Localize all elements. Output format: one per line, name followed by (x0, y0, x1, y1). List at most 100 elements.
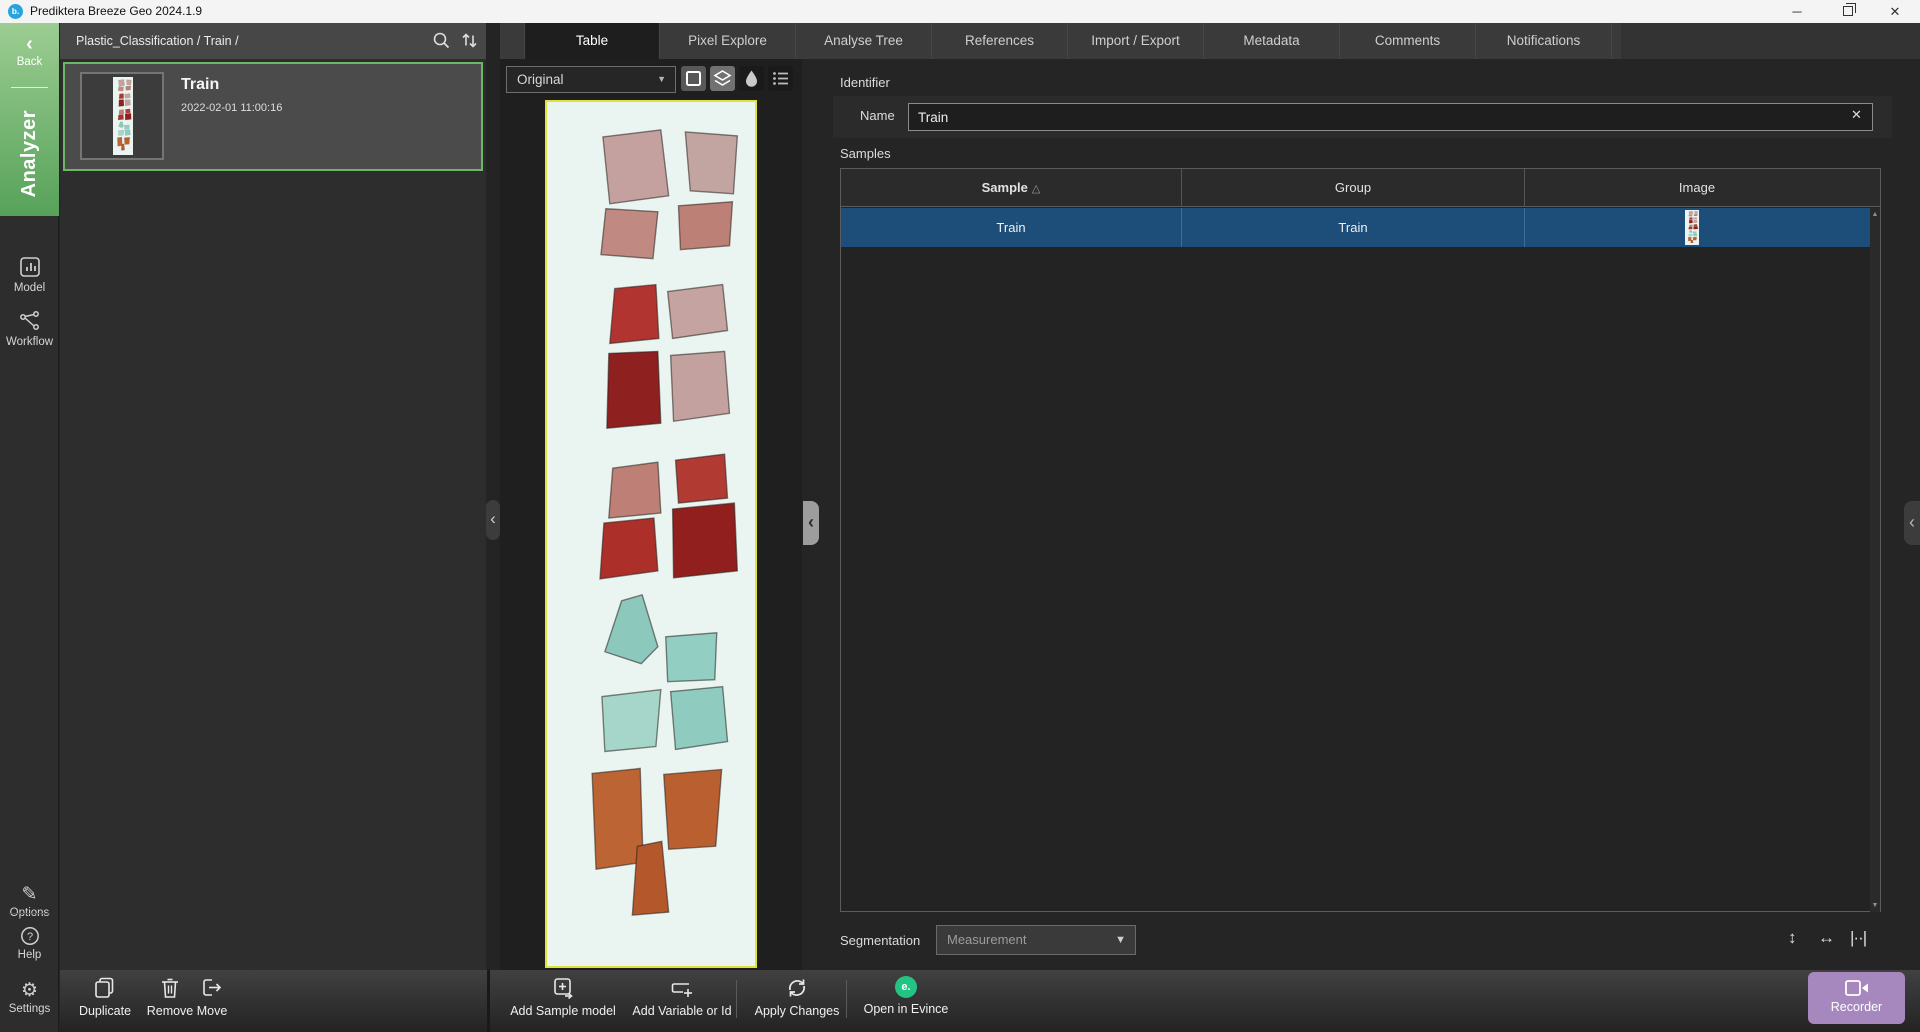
back-button[interactable]: Back (0, 56, 59, 68)
duplicate-button[interactable]: Duplicate (72, 976, 138, 1018)
breadcrumb[interactable]: Plastic_Classification / Train / (76, 23, 239, 59)
svg-text:?: ? (26, 931, 32, 943)
scroll-down-icon[interactable]: ▼ (1870, 902, 1880, 909)
sort-triangle-icon: △ (1032, 183, 1040, 195)
cell-sample: Train (841, 208, 1182, 247)
collapse-browser-handle[interactable]: ‹ (486, 500, 500, 540)
tab-analyse-tree[interactable]: Analyse Tree (796, 23, 932, 59)
sidebar-item-model[interactable]: Model (0, 255, 59, 294)
column-header-image[interactable]: Image (1525, 169, 1869, 207)
droplet-icon (741, 68, 762, 89)
bottom-toolbar: Duplicate Remove Move (60, 970, 1920, 1032)
frame-view-button[interactable] (681, 66, 706, 91)
samples-section-label: Samples (840, 146, 891, 161)
tabbar: Table Pixel Explore Analyse Tree Referen… (500, 23, 1920, 59)
back-chevron-icon[interactable]: ‹ (0, 33, 59, 56)
titlebar: b. Prediktera Breeze Geo 2024.1.9 ─ ✕ (0, 0, 1920, 23)
column-header-sample[interactable]: Sample△ (841, 169, 1182, 207)
app-window: b. Prediktera Breeze Geo 2024.1.9 ─ ✕ ‹ … (0, 0, 1920, 1032)
tab-comments[interactable]: Comments (1340, 23, 1476, 59)
sidebar-item-label: Model (14, 282, 45, 294)
button-label: Add Variable or Id (632, 1004, 731, 1018)
resize-vertical-icon[interactable]: ↕ (1788, 928, 1797, 948)
samples-table: Sample△ Group Image Train Train ▲ ▼ (840, 168, 1881, 912)
window-title: Prediktera Breeze Geo 2024.1.9 (30, 0, 202, 23)
add-sample-model-button[interactable]: Add Sample model (508, 976, 618, 1018)
add-variable-button[interactable]: Add Variable or Id (626, 976, 738, 1018)
toolbar-divider (487, 970, 490, 1032)
frame-icon (683, 68, 704, 89)
chevron-down-icon: ▼ (657, 67, 666, 92)
analyzer-section: ‹ Back Analyzer (0, 23, 59, 216)
tab-pixel-explore[interactable]: Pixel Explore (660, 23, 796, 59)
scroll-up-icon[interactable]: ▲ (1870, 211, 1880, 218)
refresh-icon (785, 976, 809, 1000)
sidebar-item-workflow[interactable]: Workflow (0, 309, 59, 348)
image-viewer-panel: Original ▼ (500, 59, 802, 970)
close-button[interactable]: ✕ (1878, 0, 1912, 23)
sidebar-item-label: Help (18, 949, 42, 961)
tab-notifications[interactable]: Notifications (1476, 23, 1612, 59)
tab-import-export[interactable]: Import / Export (1068, 23, 1204, 59)
mode-analyzer[interactable]: Analyzer (0, 95, 59, 213)
resize-horizontal-icon[interactable]: ↔ (1818, 928, 1835, 948)
button-label: Recorder (1831, 1000, 1882, 1014)
cell-image (1525, 208, 1859, 247)
segmentation-select[interactable]: Measurement ▼ (936, 925, 1136, 955)
recorder-button[interactable]: Recorder (1808, 972, 1905, 1024)
sidebar-item-help[interactable]: ? Help (0, 926, 59, 961)
name-input[interactable] (908, 103, 1873, 131)
search-icon[interactable] (432, 31, 451, 50)
collapse-right-handle[interactable]: ‹ (1904, 501, 1920, 545)
identifier-section-label: Identifier (840, 75, 890, 90)
duplicate-icon (93, 976, 117, 1000)
button-label: Open in Evince (864, 1002, 949, 1016)
item-title: Train (181, 76, 219, 94)
chevron-down-icon: ▼ (1115, 926, 1126, 954)
apply-changes-button[interactable]: Apply Changes (752, 976, 842, 1018)
toolbar-divider (736, 980, 737, 1018)
view-mode-value: Original (517, 72, 564, 87)
view-mode-select[interactable]: Original ▼ (506, 66, 676, 93)
add-variable-icon (669, 976, 695, 1000)
sidebar-item-label: Settings (9, 1003, 51, 1015)
restore-button[interactable] (1843, 6, 1853, 16)
item-timestamp: 2022-02-01 11:00:16 (181, 102, 282, 114)
sidebar: ‹ Back Analyzer Model Workflow (0, 23, 59, 1032)
list-view-button[interactable] (768, 66, 793, 91)
tab-references[interactable]: References (932, 23, 1068, 59)
table-header-row: Sample△ Group Image (841, 169, 1880, 207)
sidebar-item-settings[interactable]: ⚙ Settings (0, 981, 59, 1015)
resize-span-icon[interactable]: |··| (1850, 928, 1866, 948)
layers-view-button[interactable] (710, 66, 735, 91)
button-label: Apply Changes (755, 1004, 840, 1018)
table-tab-content: Identifier Name ✕ Samples Sample△ Group … (803, 59, 1920, 970)
evince-icon: e. (895, 976, 917, 998)
model-icon (18, 255, 42, 279)
panel-gutter (486, 23, 500, 970)
toolbar-divider (846, 980, 847, 1018)
sample-image[interactable] (545, 100, 757, 968)
sort-icon[interactable] (460, 31, 479, 50)
clear-name-icon[interactable]: ✕ (1851, 107, 1862, 123)
browser-list: Train 2022-02-01 11:00:16 (60, 59, 486, 970)
video-camera-icon (1844, 978, 1870, 998)
sidebar-divider (11, 87, 48, 88)
item-thumbnail (80, 72, 164, 160)
minimize-button[interactable]: ─ (1780, 0, 1814, 23)
sidebar-divider (9, 913, 50, 914)
pencil-icon: ✎ (0, 885, 59, 905)
tab-metadata[interactable]: Metadata (1204, 23, 1340, 59)
collapse-viewer-handle[interactable]: ‹ (803, 501, 819, 545)
move-button[interactable]: Move (182, 976, 242, 1018)
open-in-evince-button[interactable]: e. Open in Evince (856, 976, 956, 1016)
table-row[interactable]: Train Train (841, 208, 1870, 247)
table-scrollbar[interactable]: ▲ ▼ (1870, 208, 1880, 912)
name-field-label: Name (860, 108, 895, 123)
row-image-thumbnail[interactable] (1685, 210, 1699, 245)
column-header-group[interactable]: Group (1182, 169, 1525, 207)
list-item[interactable]: Train 2022-02-01 11:00:16 (63, 62, 483, 171)
tab-table[interactable]: Table (524, 23, 660, 59)
contrast-view-button[interactable] (739, 66, 764, 91)
thumbnail-image (113, 77, 133, 155)
